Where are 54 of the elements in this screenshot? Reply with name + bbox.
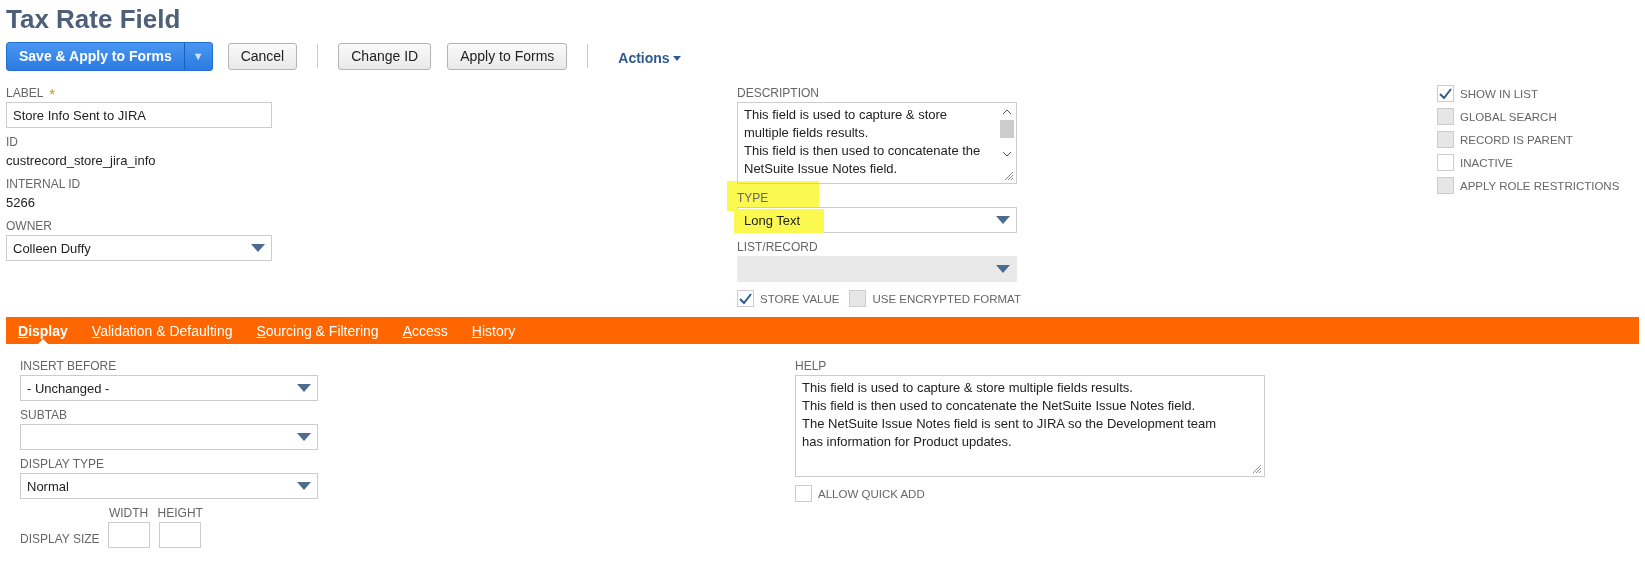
toolbar-button[interactable]: Apply to Forms [447,42,568,70]
checkbox[interactable] [737,290,754,307]
checkbox-label: ALLOW QUICK ADD [818,487,925,500]
text-area[interactable]: This field is used to capture & store multiple fields results. This field is then used to concatenate the NetSuite Issue Notes field. The NetSuite Issue Notes field is sent to JIRA so the Development team has information for Product updates. [795,375,1265,477]
checkbox-label: USE ENCRYPTED FORMAT [872,292,1021,305]
checkbox-label: STORE VALUE [760,292,840,305]
field-label: DISPLAY SIZE [20,531,100,548]
field-label: INSERT BEFORE [20,358,117,375]
field-label: HEIGHT [157,505,203,522]
page-title: Tax Rate Field [6,4,182,35]
checkbox-label: APPLY ROLE RESTRICTIONS [1460,179,1620,192]
input-field[interactable]: Store Info Sent to JIRA [6,102,272,128]
toolbar-button[interactable]: Change ID [338,42,432,70]
caret-icon [297,433,311,441]
select-field[interactable] [20,424,318,450]
select-field[interactable]: - Unchanged - [20,375,318,401]
field-label: ID [6,134,18,151]
caret-icon [996,265,1010,273]
field-label: HELP [795,358,827,375]
caret-icon [297,384,311,392]
checkbox[interactable] [795,485,812,502]
checkbox-label: GLOBAL SEARCH [1460,110,1557,123]
select-field[interactable]: Long Text [737,207,1017,233]
field-label: LIST/RECORD [737,239,818,256]
field-label: DESCRIPTION [737,85,819,102]
caret-icon [672,55,681,61]
checkbox[interactable] [1437,154,1454,171]
field-label: TYPE [737,190,769,207]
field-value: 5266 [6,194,36,212]
actions-menu[interactable]: Actions [618,46,681,66]
input-field[interactable] [159,522,202,548]
field-label: LABEL [6,85,44,102]
resize-grip-icon[interactable] [1004,171,1014,181]
caret-icon [996,216,1010,224]
input-field[interactable] [107,522,150,548]
field-label: OWNER [6,218,52,235]
text-area[interactable]: This field is used to capture & store multiple fields results. This field is then used to concatenate the NetSuite Issue Notes field. [737,102,1017,184]
checkbox-label: RECORD IS PARENT [1460,133,1573,146]
save-button[interactable]: Save & Apply to Forms [7,42,184,70]
field-value: custrecord_store_jira_info [6,152,157,170]
select-field[interactable]: Colleen Duffy [6,235,272,261]
select-field[interactable]: Normal [20,473,318,499]
resize-grip-icon[interactable] [1252,464,1262,474]
field-label: SUBTAB [20,407,68,424]
field-label: INTERNAL ID [6,176,81,193]
required-mark: * [49,85,56,102]
checkbox-label: SHOW IN LIST [1460,87,1538,100]
caret-icon [251,244,265,252]
toolbar-button[interactable]: Cancel [227,42,298,70]
caret-icon [297,482,311,490]
checkbox[interactable] [1437,85,1454,102]
field-label: WIDTH [108,505,149,522]
field-label: DISPLAY TYPE [20,456,105,473]
checkbox-label: INACTIVE [1460,156,1514,169]
